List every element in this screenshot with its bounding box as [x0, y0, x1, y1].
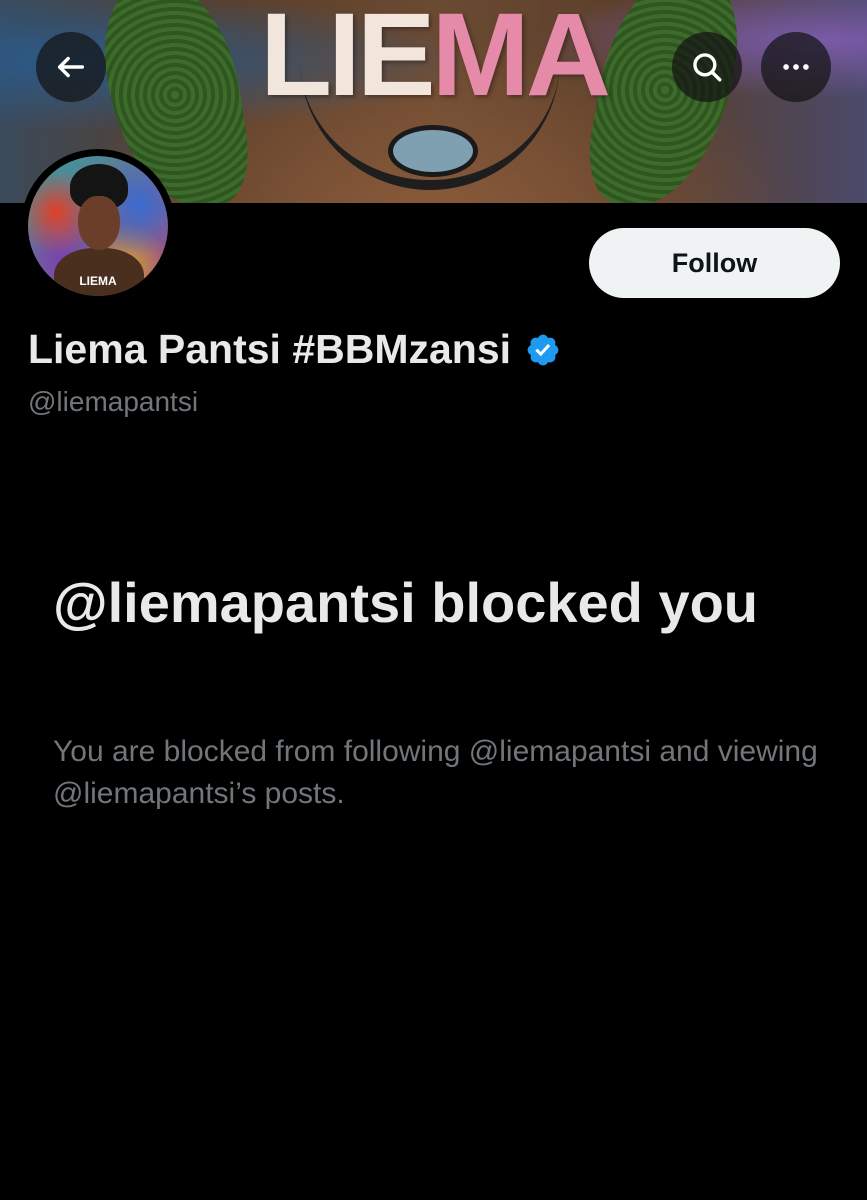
avatar-image: LIEMA: [28, 156, 168, 296]
avatar[interactable]: LIEMA: [21, 149, 175, 303]
more-horizontal-icon: [783, 64, 809, 70]
avatar-label: LIEMA: [79, 274, 117, 288]
banner-brand-part2: MA: [431, 0, 612, 121]
banner-brand-part1: LIE: [259, 0, 436, 121]
banner-pendant: [388, 125, 478, 177]
more-options-button[interactable]: [761, 32, 831, 102]
display-name: Liema Pantsi #BBMzansi: [28, 326, 512, 372]
back-button[interactable]: [36, 32, 106, 102]
avatar-figure-body: [54, 248, 144, 296]
arrow-left-icon: [57, 56, 85, 78]
follow-button[interactable]: Follow: [589, 228, 840, 298]
user-handle: @liemapantsi: [28, 386, 199, 417]
blocked-title: @liemapantsi blocked you: [53, 571, 759, 634]
search-button[interactable]: [672, 32, 742, 102]
verified-badge-icon[interactable]: [525, 332, 561, 368]
search-icon: [693, 53, 722, 82]
display-name-row: Liema Pantsi #BBMzansi: [28, 326, 561, 373]
blocked-description: You are blocked from following @liemapan…: [53, 735, 818, 810]
avatar-figure-face: [78, 196, 120, 250]
